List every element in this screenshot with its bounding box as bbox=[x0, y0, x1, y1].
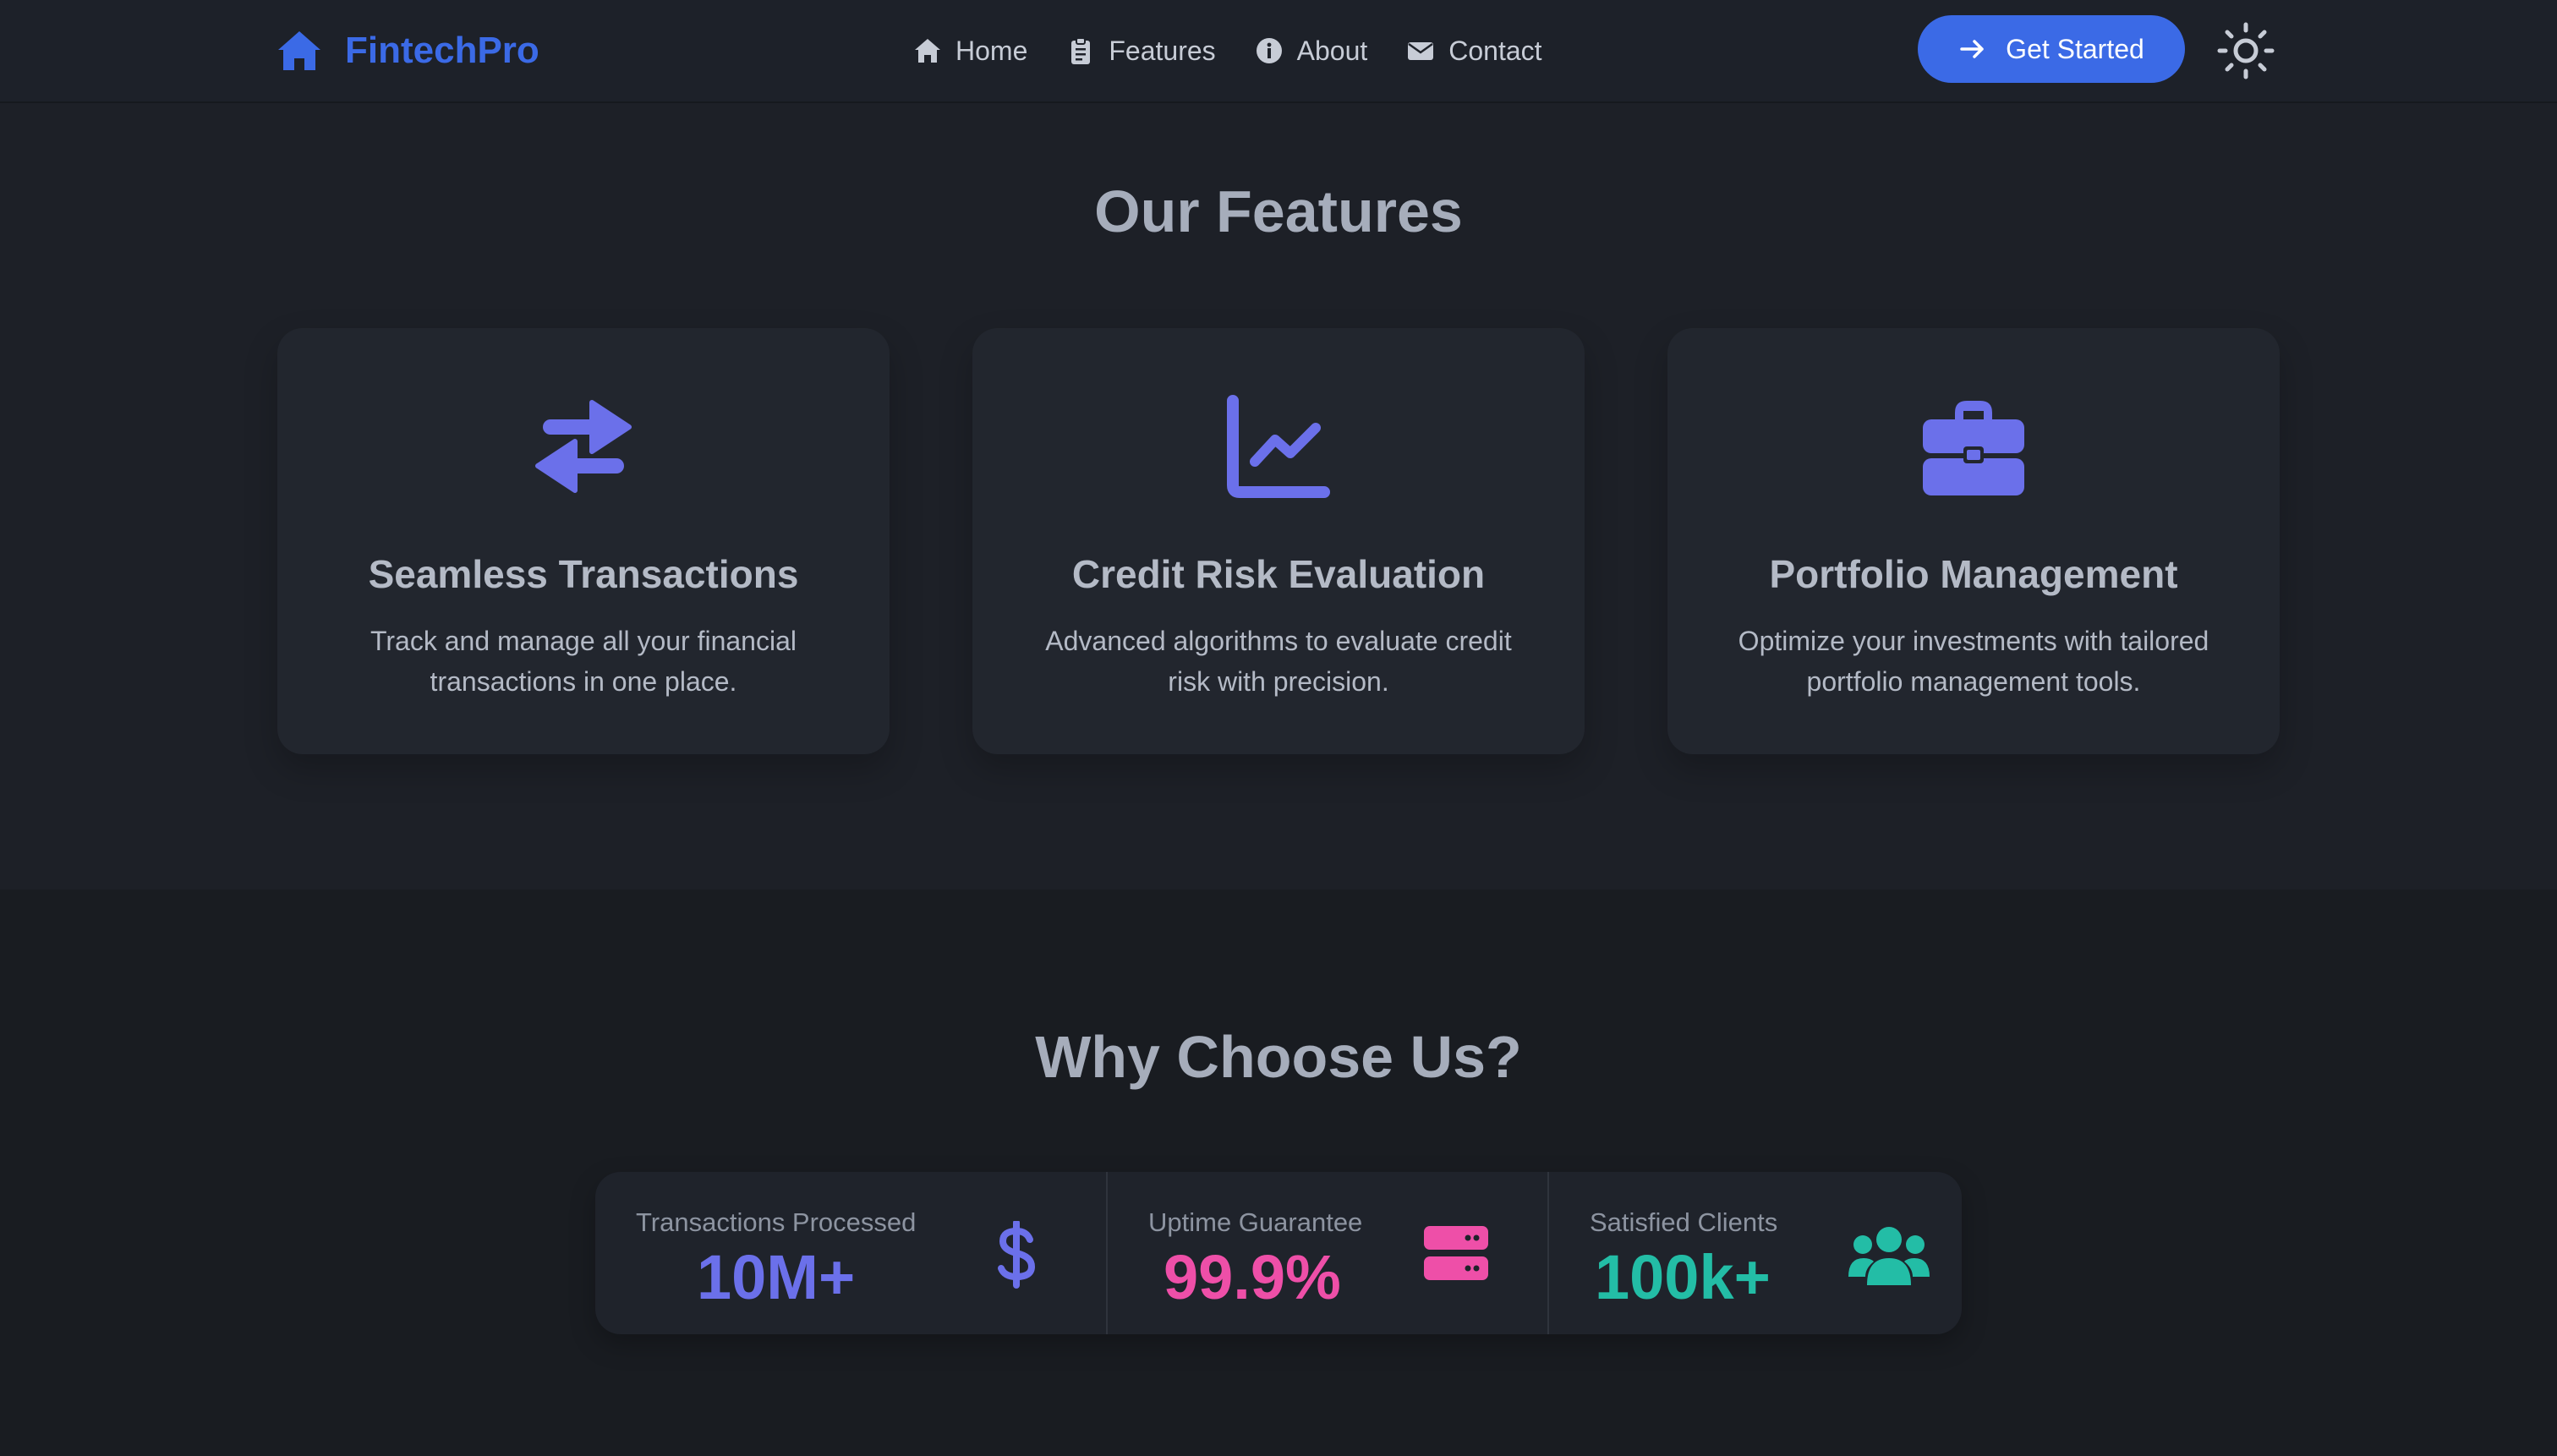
nav-about[interactable]: About bbox=[1255, 35, 1368, 67]
stat-value: 100k+ bbox=[1595, 1242, 1771, 1312]
why-title: Why Choose Us? bbox=[1035, 1024, 1522, 1090]
stat-title: Transactions Processed bbox=[636, 1207, 917, 1237]
feature-card-portfolio: Portfolio Management Optimize your inves… bbox=[1667, 328, 2280, 754]
brand-name: FintechPro bbox=[345, 30, 539, 71]
features-title: Our Features bbox=[1094, 178, 1463, 244]
exchange-arrows-icon bbox=[535, 400, 632, 493]
nav-contact[interactable]: Contact bbox=[1406, 35, 1542, 67]
feature-description: Track and manage all your financial tran… bbox=[370, 626, 797, 697]
stat-title: Uptime Guarantee bbox=[1148, 1207, 1363, 1237]
server-icon bbox=[1424, 1226, 1488, 1280]
stats-panel: Transactions Processed 10M+ Uptime Guara… bbox=[595, 1172, 1962, 1334]
feature-title: Seamless Transactions bbox=[368, 552, 799, 596]
nav-features[interactable]: Features bbox=[1066, 35, 1216, 67]
get-started-button[interactable]: Get Started bbox=[1918, 15, 2185, 83]
stat-value: 10M+ bbox=[697, 1242, 856, 1312]
stat-value: 99.9% bbox=[1164, 1242, 1341, 1312]
nav-contact-label: Contact bbox=[1448, 35, 1542, 66]
sun-icon bbox=[2217, 22, 2275, 79]
feature-title: Credit Risk Evaluation bbox=[1071, 552, 1486, 596]
nav-features-label: Features bbox=[1109, 35, 1216, 66]
theme-toggle[interactable] bbox=[2214, 19, 2278, 83]
feature-description: Optimize your investments with tailored … bbox=[1738, 626, 2209, 697]
line-chart-icon bbox=[1227, 395, 1330, 498]
brand-logo[interactable]: FintechPro bbox=[276, 24, 539, 78]
arrow-right-icon bbox=[1960, 40, 1984, 58]
features-section: Our Features Seamless Transactions Track… bbox=[0, 103, 2557, 889]
clipboard-icon bbox=[1071, 37, 1091, 64]
stat-uptime: Uptime Guarantee 99.9% bbox=[1106, 1172, 1547, 1334]
users-icon bbox=[1848, 1227, 1930, 1285]
home-icon bbox=[278, 31, 320, 70]
feature-description: Advanced algorithms to evaluate credit r… bbox=[1045, 626, 1512, 697]
stat-clients: Satisfied Clients 100k+ bbox=[1547, 1172, 1962, 1334]
why-section: Why Choose Us? Transactions Processed 10… bbox=[0, 889, 2557, 1456]
main-nav: Home Features About Contact bbox=[913, 25, 1542, 76]
feature-title: Portfolio Management bbox=[1769, 552, 2178, 596]
info-icon bbox=[1256, 38, 1282, 63]
stat-title: Satisfied Clients bbox=[1590, 1207, 1778, 1237]
briefcase-icon bbox=[1923, 401, 2024, 495]
navbar: FintechPro Home Features About Contact G… bbox=[0, 0, 2557, 103]
feature-card-credit-risk: Credit Risk Evaluation Advanced algorith… bbox=[972, 328, 1585, 754]
nav-home-label: Home bbox=[955, 35, 1028, 66]
nav-home[interactable]: Home bbox=[913, 36, 1027, 67]
home-icon bbox=[915, 39, 940, 63]
stat-transactions: Transactions Processed 10M+ bbox=[595, 1172, 1106, 1334]
nav-about-label: About bbox=[1296, 35, 1368, 66]
envelope-icon bbox=[1408, 42, 1434, 60]
dollar-icon bbox=[998, 1219, 1036, 1289]
get-started-label: Get Started bbox=[2006, 33, 2144, 64]
feature-card-transactions: Seamless Transactions Track and manage a… bbox=[277, 328, 890, 754]
